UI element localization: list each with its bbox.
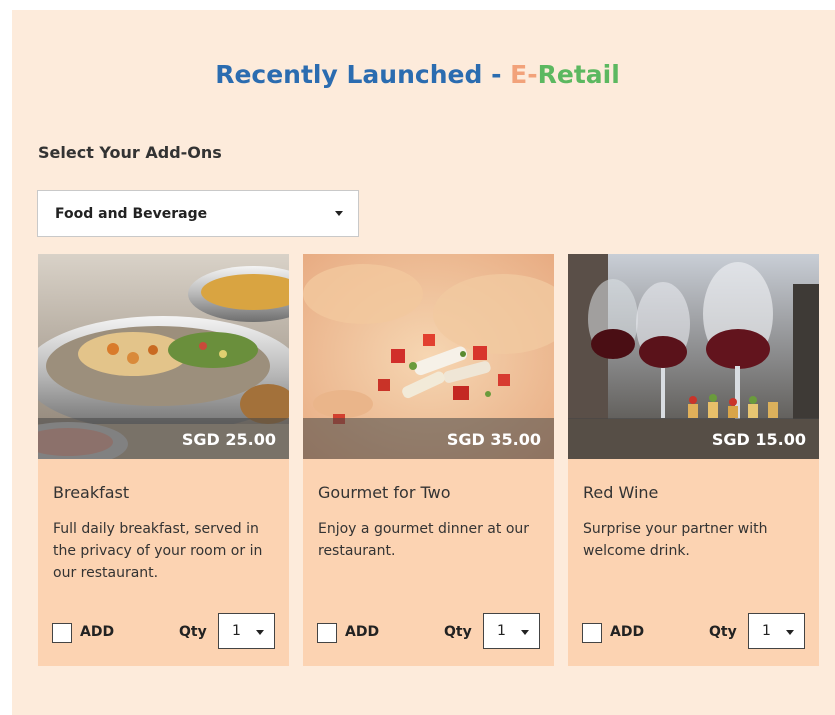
chevron-down-icon xyxy=(786,630,794,635)
page-title: Recently Launched - E-Retail xyxy=(0,60,835,89)
title-main: Recently Launched - xyxy=(215,60,511,89)
qty-label: Qty xyxy=(444,624,472,640)
qty-label: Qty xyxy=(709,624,737,640)
addon-description: Full daily breakfast, served in the priv… xyxy=(53,521,263,581)
add-checkbox[interactable] xyxy=(317,623,337,643)
qty-value: 1 xyxy=(497,623,506,639)
add-label: ADD xyxy=(610,624,645,640)
add-label: ADD xyxy=(80,624,115,640)
qty-select[interactable]: 1 xyxy=(483,613,540,649)
addon-description: Enjoy a gourmet dinner at our restaurant… xyxy=(318,521,530,559)
chevron-down-icon xyxy=(521,630,529,635)
qty-select[interactable]: 1 xyxy=(218,613,275,649)
add-label: ADD xyxy=(345,624,380,640)
qty-select[interactable]: 1 xyxy=(748,613,805,649)
addon-name: Red Wine xyxy=(583,483,659,502)
addon-card-breakfast: SGD 25.00 Breakfast Full daily breakfast… xyxy=(38,254,289,666)
category-select[interactable]: Food and Beverage xyxy=(37,190,359,237)
addon-name: Gourmet for Two xyxy=(318,483,451,502)
chevron-down-icon xyxy=(335,211,343,216)
addon-description: Surprise your partner with welcome drink… xyxy=(583,521,768,559)
chevron-down-icon xyxy=(256,630,264,635)
title-accent-e: E- xyxy=(510,60,538,89)
addon-name: Breakfast xyxy=(53,483,130,502)
price-label: SGD 15.00 xyxy=(711,430,806,449)
addon-card-red-wine: SGD 15.00 Red Wine Surprise your partner… xyxy=(568,254,819,666)
add-checkbox[interactable] xyxy=(582,623,602,643)
addons-label: Select Your Add-Ons xyxy=(38,143,222,162)
add-checkbox[interactable] xyxy=(52,623,72,643)
price-label: SGD 25.00 xyxy=(181,430,276,449)
qty-label: Qty xyxy=(179,624,207,640)
price-label: SGD 35.00 xyxy=(446,430,541,449)
qty-value: 1 xyxy=(762,623,771,639)
category-select-value: Food and Beverage xyxy=(55,205,208,222)
addon-card-gourmet: SGD 35.00 Gourmet for Two Enjoy a gourme… xyxy=(303,254,554,666)
title-accent-retail: Retail xyxy=(537,60,620,89)
qty-value: 1 xyxy=(232,623,241,639)
